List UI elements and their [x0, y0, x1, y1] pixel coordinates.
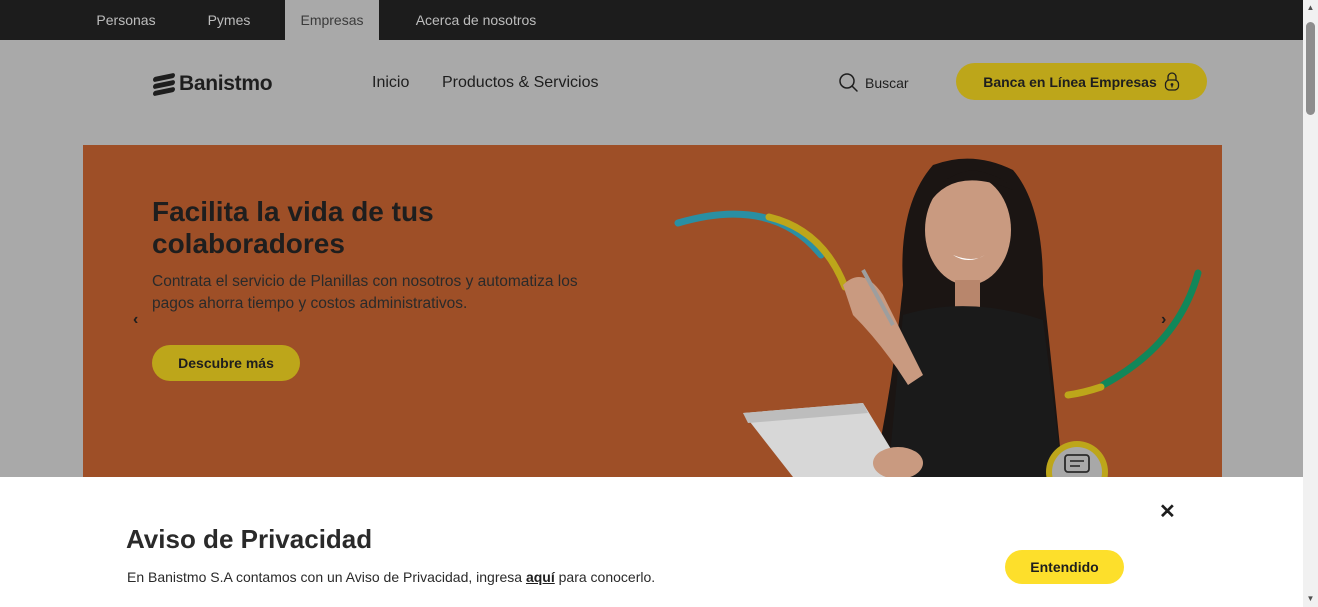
hero-person-image [743, 158, 1063, 477]
privacy-text-after: para conocerlo. [554, 569, 656, 585]
privacy-link[interactable]: aquí [526, 569, 555, 585]
online-banking-label: Banca en Línea Empresas [983, 73, 1157, 90]
scroll-down-arrow-icon[interactable]: ▼ [1303, 591, 1318, 607]
online-banking-button[interactable]: Banca en Línea Empresas [956, 63, 1207, 100]
lock-icon [1164, 71, 1179, 91]
search-button[interactable]: Buscar [838, 72, 909, 93]
scrollbar-thumb[interactable] [1306, 22, 1315, 115]
privacy-notice-banner: ✕ Aviso de Privacidad En Banistmo S.A co… [0, 477, 1303, 607]
chat-icon [1064, 454, 1090, 473]
segment-tab-empresas[interactable]: Empresas [285, 0, 379, 40]
close-icon[interactable]: ✕ [1159, 499, 1176, 524]
nav-inicio[interactable]: Inicio [372, 74, 409, 92]
nav-productos-servicios[interactable]: Productos & Servicios [442, 74, 599, 92]
search-label: Buscar [865, 74, 909, 91]
segment-tab-personas[interactable]: Personas [82, 0, 170, 40]
search-icon [839, 73, 858, 92]
segment-bar: Personas Pymes Empresas Acerca de nosotr… [0, 0, 1303, 40]
segment-tab-acerca[interactable]: Acerca de nosotros [400, 0, 552, 40]
privacy-text: En Banistmo S.A contamos con un Aviso de… [127, 569, 655, 585]
hero-banner: Facilita la vida de tus colaboradores Co… [83, 145, 1222, 477]
logo-mark-icon [153, 72, 175, 97]
privacy-text-before: En Banistmo S.A contamos con un Aviso de… [127, 569, 526, 585]
segment-tab-pymes[interactable]: Pymes [193, 0, 265, 40]
scroll-up-arrow-icon[interactable]: ▲ [1303, 0, 1318, 16]
accept-button[interactable]: Entendido [1005, 550, 1124, 584]
banistmo-logo[interactable]: Banistmo [153, 71, 273, 97]
logo-text: Banistmo [179, 72, 273, 95]
privacy-title: Aviso de Privacidad [126, 524, 373, 554]
